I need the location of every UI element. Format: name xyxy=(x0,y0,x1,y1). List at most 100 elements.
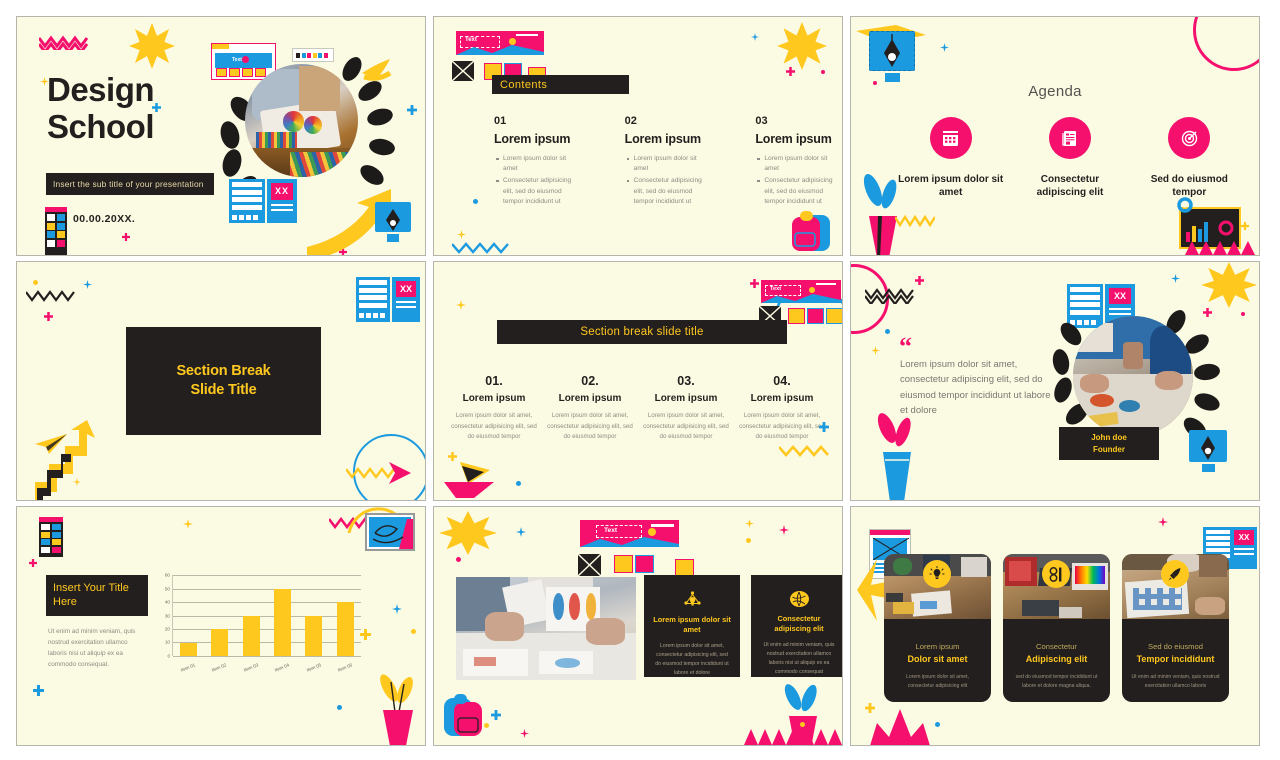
blue-zigzag-decor xyxy=(452,242,510,254)
slide-date: 00.00.20XX. xyxy=(73,213,136,225)
slide-title[interactable]: Text XX Design School Insert the sub tit… xyxy=(16,16,426,256)
blue-sparkle-decor xyxy=(1171,274,1180,283)
y-tick-label: 10 xyxy=(164,639,170,645)
paper-plane-icon xyxy=(35,434,67,454)
card-subheading: Sed do eiusmod xyxy=(1148,642,1203,651)
pen-tool-icon xyxy=(1189,430,1227,476)
pink-arrow-decor xyxy=(389,462,411,484)
image-thumbnails-decor xyxy=(788,308,842,324)
contents-column: 01 Lorem ipsum Lorem ipsum dolor sit ame… xyxy=(494,115,581,209)
quote-author-box: John doe Founder xyxy=(1059,427,1159,460)
slide-contents[interactable]: Text Contents 01 Lorem ipsum Lorem ipsum… xyxy=(433,16,843,256)
toolbar-mockup-decor xyxy=(292,48,334,62)
list-mockup-decor xyxy=(229,179,265,223)
agenda-item[interactable]: Sed do eiusmod tempor xyxy=(1137,117,1242,199)
card-body: Lorem ipsum dolor sit amet, consectetur … xyxy=(655,642,729,677)
column-bullets: Lorem ipsum dolor sit amet Consectetur a… xyxy=(755,154,842,207)
item-heading: Lorem ipsum xyxy=(558,393,622,404)
yellow-dot-decor-2 xyxy=(484,723,489,728)
x-tick-label: Item 01 xyxy=(179,662,196,673)
pink-triangles-decor xyxy=(1185,241,1255,255)
design-tool-icon xyxy=(1042,560,1070,588)
yellow-cross-decor xyxy=(448,452,457,461)
bullet-item: Lorem ipsum dolor sit amet xyxy=(496,154,581,174)
slide-section-break-items[interactable]: Text Section break slide title 01. Lorem… xyxy=(433,261,843,501)
target-icon xyxy=(1168,117,1211,159)
abstract-artwork-decor xyxy=(365,513,415,551)
pink-burst-decor xyxy=(870,709,930,745)
agenda-items: Lorem ipsum dolor sit amet Consectetur a… xyxy=(891,117,1249,199)
contents-columns: 01 Lorem ipsum Lorem ipsum dolor sit ame… xyxy=(494,115,842,209)
column-number: 03 xyxy=(755,115,768,127)
slide-agenda[interactable]: Agenda Lorem ipsum dolor sit amet Consec… xyxy=(850,16,1260,256)
blue-cross-decor xyxy=(33,685,44,696)
item-body: Lorem ipsum dolor sit amet, consectetur … xyxy=(547,412,633,441)
section-item[interactable]: 01. Lorem ipsum Lorem ipsum dolor sit am… xyxy=(448,374,540,443)
pink-dot-decor xyxy=(1241,312,1245,316)
pink-cross-decor-2 xyxy=(339,248,347,255)
card-body: sed do eiusmod tempor incididunt ut labo… xyxy=(1015,674,1098,689)
agenda-item[interactable]: Lorem ipsum dolor sit amet xyxy=(898,117,1003,199)
item-body: Lorem ipsum dolor sit amet, consectetur … xyxy=(451,412,537,441)
chart-bar xyxy=(242,615,260,656)
pink-cross-decor xyxy=(750,279,759,288)
list-mockup-decor xyxy=(356,277,390,322)
bullet-item: Lorem ipsum dolor sit amet xyxy=(757,154,842,174)
blue-cross-decor-2 xyxy=(407,105,417,115)
yellow-cross-decor xyxy=(865,703,875,713)
blue-dot-decor xyxy=(516,481,521,486)
bullet-item: Consectetur adipisicing elit, sed do eiu… xyxy=(496,176,581,207)
yellow-sparkle-decor xyxy=(456,300,466,310)
agenda-item[interactable]: Consectetur adipiscing elit xyxy=(1017,117,1122,199)
pink-cross-decor xyxy=(915,276,924,285)
section-heading-text: Section break slide title xyxy=(580,326,704,338)
pink-cross-decor-2 xyxy=(1203,308,1212,317)
chart-bar xyxy=(274,588,292,656)
yellow-arc-decor xyxy=(347,507,407,533)
slide-quote[interactable]: XX “ Lorem ipsum dolor sit amet, consect… xyxy=(850,261,1260,501)
info-card[interactable]: Consectetur adipiscing elit Ut enim ad m… xyxy=(751,575,842,677)
yellow-sparkle-decor-2 xyxy=(745,519,754,528)
mockup-text-label: Text xyxy=(465,37,477,43)
card-heading: Adipiscing elit xyxy=(1025,654,1088,664)
globe-icon xyxy=(789,591,809,607)
item-heading: Lorem ipsum xyxy=(654,393,718,404)
backpack-icon xyxy=(792,211,830,251)
y-tick-label: 40 xyxy=(164,599,170,605)
blue-cross-decor xyxy=(491,710,501,720)
backpack-icon xyxy=(444,694,482,736)
card-heading: Lorem ipsum dolor sit amet xyxy=(653,615,731,634)
item-body: Lorem ipsum dolor sit amet, consectetur … xyxy=(739,412,825,441)
yellow-sparkle-decor xyxy=(871,346,880,355)
mockup-text-label: Text xyxy=(604,527,618,534)
slide-section-break[interactable]: XX Section Break Slide Title xyxy=(16,261,426,501)
slide-image-cards[interactable]: Text Lorem ipsum dolor sit amet Lorem ip… xyxy=(433,506,843,746)
slide-chart[interactable]: Insert Your Title Here Ut enim ad minim … xyxy=(16,506,426,746)
yellow-sparkle-decor xyxy=(457,230,466,239)
info-card[interactable]: Lorem ipsum dolor sit amet Lorem ipsum d… xyxy=(644,575,740,677)
slide-photo-cards[interactable]: XX Lorem ipsum Dolor sit amet Lorem ipsu… xyxy=(850,506,1260,746)
slide-title-text: Design School xyxy=(47,71,155,146)
contents-column: 03 Lorem ipsum Lorem ipsum dolor sit ame… xyxy=(755,115,842,209)
card-body: Ut enim ad minim veniam, quis nostrud ex… xyxy=(763,641,835,676)
slide-subtitle: Insert the sub title of your presentatio… xyxy=(46,173,214,196)
section-item[interactable]: 03. Lorem ipsum Lorem ipsum dolor sit am… xyxy=(640,374,732,443)
section-item[interactable]: 02. Lorem ipsum Lorem ipsum dolor sit am… xyxy=(544,374,636,443)
calendar-icon xyxy=(929,117,972,159)
y-tick-label: 30 xyxy=(164,613,170,618)
yellow-cross-decor xyxy=(360,629,371,640)
card-heading: Dolor sit amet xyxy=(907,654,968,664)
section-title-line-1: Section Break xyxy=(176,363,271,380)
section-item[interactable]: 04. Lorem ipsum Lorem ipsum dolor sit am… xyxy=(736,374,828,443)
x-tick-label: Item 05 xyxy=(305,662,322,673)
yellow-dot-decor xyxy=(411,629,416,634)
chart-bar xyxy=(211,629,229,656)
card-body: Ut enim ad minim veniam, quis nostrud ex… xyxy=(1131,674,1220,689)
section-title-line-2: Slide Title xyxy=(190,382,257,398)
pink-sparkle-decor xyxy=(1158,517,1168,527)
browser-mockup-decor: Text xyxy=(761,280,841,303)
slide-deck: Text XX Design School Insert the sub tit… xyxy=(0,0,1280,760)
mockup-text-label: Text xyxy=(232,57,242,63)
xx-mockup-decor: XX xyxy=(392,277,420,322)
bullet-item: Consectetur adipisicing elit, sed do eiu… xyxy=(626,176,712,207)
